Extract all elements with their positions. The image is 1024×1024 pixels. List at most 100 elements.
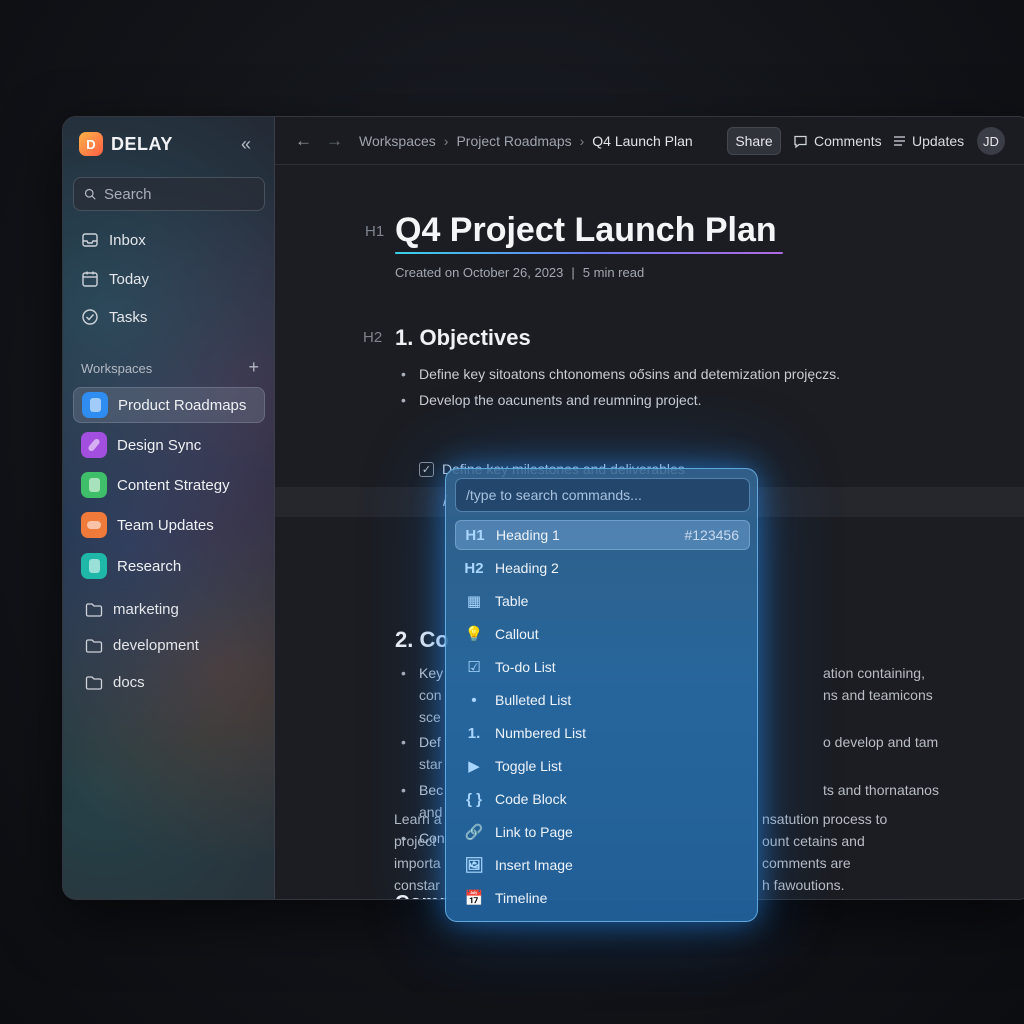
topbar: ← → Workspaces › Project Roadmaps › Q4 L… — [275, 117, 1024, 165]
breadcrumb-item[interactable]: Project Roadmaps — [456, 133, 571, 149]
text-line: ts and thornatanos — [823, 782, 939, 798]
h1-marker: H1 — [365, 223, 385, 240]
section-heading[interactable]: 1. Objectives — [395, 325, 531, 351]
doc-meta: Created on October 26, 2023 | 5 min read — [395, 265, 644, 280]
command-callout[interactable]: 💡 Callout — [455, 619, 750, 649]
command-label: Toggle List — [495, 758, 562, 774]
folder-label: docs — [113, 674, 145, 691]
folder-label: marketing — [113, 601, 179, 618]
command-code-block[interactable]: { } Code Block — [455, 784, 750, 814]
command-insert-image[interactable]: 🖼 Insert Image — [455, 850, 750, 880]
command-heading-2[interactable]: H2 Heading 2 — [455, 553, 750, 583]
command-label: Timeline — [495, 890, 548, 906]
history-nav: ← → — [295, 131, 343, 151]
folder-item-docs[interactable]: docs — [85, 674, 145, 691]
sidebar-item-inbox[interactable]: Inbox — [81, 231, 146, 249]
code-braces-icon: { } — [466, 790, 482, 808]
command-bulleted-list[interactable]: • Bulleted List — [455, 685, 750, 715]
command-numbered-list[interactable]: 1. Numbered List — [455, 718, 750, 748]
text-line: h fawoutions. — [762, 877, 845, 893]
text-line: importa — [394, 855, 441, 871]
workspace-item-team-updates[interactable]: Team Updates — [73, 507, 265, 543]
slash-command-menu: H1 Heading 1 #123456 H2 Heading 2 ▦ Tabl… — [445, 468, 758, 922]
share-button[interactable]: Share — [727, 127, 781, 155]
command-label: Callout — [495, 626, 539, 642]
forward-arrow-icon[interactable]: → — [326, 131, 343, 151]
folder-item-development[interactable]: development — [85, 637, 199, 654]
lightbulb-icon: 💡 — [464, 626, 484, 643]
heading-2-icon: H2 — [464, 559, 484, 577]
list-item[interactable]: Key — [401, 662, 443, 684]
add-workspace-icon[interactable]: + — [248, 358, 259, 376]
command-search-input[interactable] — [466, 487, 736, 503]
chevron-right-icon: › — [443, 133, 449, 149]
command-label: Numbered List — [495, 725, 587, 741]
breadcrumb-current[interactable]: Q4 Launch Plan — [592, 133, 692, 149]
workspace-item-content-strategy[interactable]: Content Strategy — [73, 467, 265, 503]
page-title[interactable]: Q4 Project Launch Plan — [395, 211, 777, 250]
workspace-item-product-roadmaps[interactable]: Product Roadmaps — [73, 387, 265, 423]
search-input[interactable] — [104, 185, 254, 203]
command-label: Heading 2 — [495, 560, 559, 576]
workspace-item-design-sync[interactable]: Design Sync — [73, 427, 265, 463]
section-heading[interactable]: 2. Co — [395, 627, 449, 653]
link-icon: 🔗 — [464, 824, 484, 841]
command-timeline[interactable]: 📅 Timeline — [455, 883, 750, 913]
checkbox-icon: ☑ — [467, 659, 481, 676]
calendar-icon: 📅 — [464, 890, 484, 907]
text-line: constar — [394, 877, 440, 893]
folder-icon — [85, 638, 103, 653]
sidebar: D DELAY « Inbox Today Tasks Workspac — [63, 117, 275, 899]
chevron-right-icon: › — [579, 133, 585, 149]
updates-button[interactable]: Updates — [893, 133, 964, 149]
workspace-item-research[interactable]: Research — [73, 548, 265, 584]
workspace-label: Research — [117, 557, 182, 575]
list-icon — [894, 136, 905, 146]
calendar-icon — [82, 271, 98, 287]
comment-icon — [794, 135, 807, 148]
breadcrumb-item[interactable]: Workspaces — [359, 133, 436, 149]
command-table[interactable]: ▦ Table — [455, 586, 750, 616]
list-item[interactable]: Develop the oacunents and reumning proje… — [401, 389, 701, 411]
command-toggle-list[interactable]: ▶ Toggle List — [455, 751, 750, 781]
sidebar-item-label: Today — [109, 270, 150, 288]
folder-item-marketing[interactable]: marketing — [85, 601, 179, 618]
command-search[interactable] — [455, 478, 750, 512]
back-arrow-icon[interactable]: ← — [295, 131, 312, 151]
workspace-label: Product Roadmaps — [118, 396, 247, 414]
collapse-sidebar-icon[interactable]: « — [241, 134, 251, 155]
sidebar-item-tasks[interactable]: Tasks — [81, 308, 147, 326]
app-logo-icon: D — [79, 132, 103, 156]
sidebar-search[interactable] — [73, 177, 265, 211]
command-link-to-page[interactable]: 🔗 Link to Page — [455, 817, 750, 847]
list-item[interactable]: Define key sitoatons chtonomens oősins a… — [401, 363, 840, 385]
command-label: Insert Image — [495, 857, 573, 873]
document-icon — [81, 472, 107, 498]
image-icon: 🖼 — [464, 857, 484, 874]
text-line: star — [419, 756, 443, 772]
text-line: sce — [419, 709, 441, 725]
list-item[interactable]: Bec — [401, 779, 443, 801]
list-item[interactable]: Def — [401, 731, 441, 753]
sidebar-item-label: Tasks — [109, 308, 148, 326]
title-underline — [395, 252, 783, 254]
sidebar-item-today[interactable]: Today — [81, 270, 149, 288]
comments-button[interactable]: Comments — [793, 133, 882, 149]
app-name: DELAY — [111, 133, 173, 154]
command-todo-list[interactable]: ☑ To-do List — [455, 652, 750, 682]
text-line: project — [394, 833, 437, 849]
checkbox-checked-icon[interactable]: ✓ — [419, 461, 434, 477]
updates-label: Updates — [912, 133, 965, 149]
workspaces-title: Workspaces — [81, 361, 153, 376]
folder-icon — [85, 675, 103, 690]
heading-1-icon: H1 — [465, 526, 485, 544]
table-icon: ▦ — [466, 593, 482, 610]
command-heading-1[interactable]: H1 Heading 1 #123456 — [455, 520, 750, 550]
sidebar-item-label: Inbox — [109, 231, 146, 249]
flask-icon — [81, 553, 107, 579]
command-label: Link to Page — [495, 824, 573, 840]
text-line: Learn a — [394, 811, 442, 827]
brand[interactable]: D DELAY — [79, 132, 173, 156]
command-hint: #123456 — [684, 527, 739, 543]
avatar[interactable]: JD — [977, 127, 1005, 155]
